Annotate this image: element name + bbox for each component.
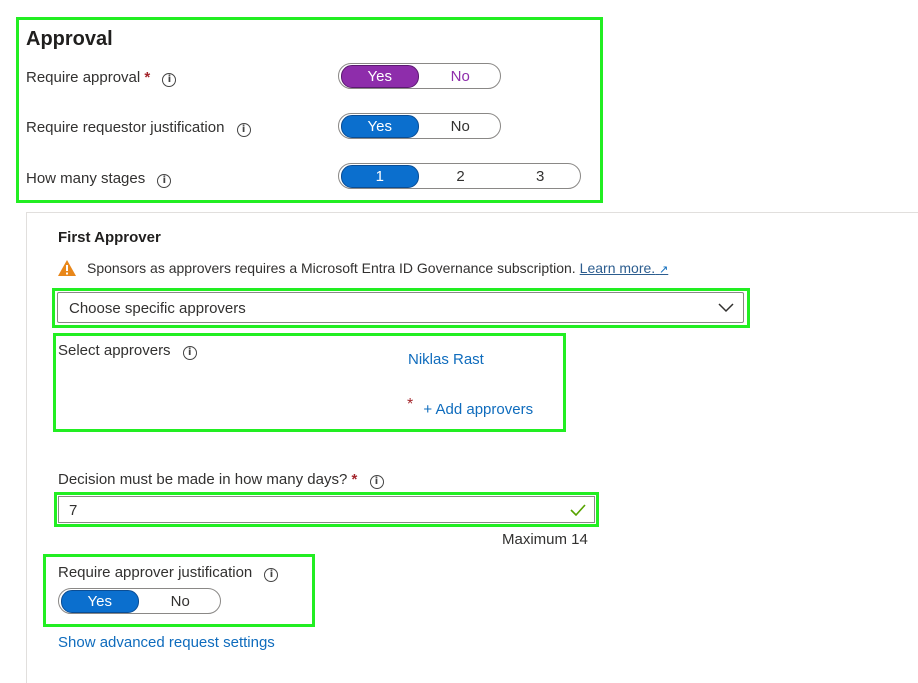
approver-justification-no[interactable]: No (143, 591, 219, 612)
require-approval-label-row: Require approval * i (26, 69, 177, 87)
required-asterisk: * (351, 471, 358, 488)
stages-label-row: How many stages i (26, 170, 172, 188)
checkmark-icon (570, 504, 586, 516)
requestor-justification-label: Require requestor justification (26, 119, 225, 136)
add-approvers-link[interactable]: + Add approvers (423, 401, 533, 418)
approver-name[interactable]: Niklas Rast (408, 351, 484, 368)
decision-days-value: 7 (69, 502, 78, 519)
approver-justification-label-row: Require approver justification i (58, 564, 279, 582)
info-icon[interactable]: i (157, 174, 172, 188)
dropdown-value: Choose specific approvers (69, 300, 246, 317)
requestor-justification-no[interactable]: No (423, 116, 499, 137)
require-approval-label: Require approval (26, 69, 141, 86)
decision-hint: Maximum 14 (502, 531, 588, 548)
show-advanced-settings-link[interactable]: Show advanced request settings (58, 634, 275, 651)
learn-more-label: Learn more. (579, 260, 656, 276)
chevron-down-icon (718, 303, 734, 313)
stage-option-2[interactable]: 2 (423, 166, 499, 187)
approver-justification-yes[interactable]: Yes (61, 589, 139, 613)
select-approvers-label-row: Select approvers i (58, 342, 197, 360)
info-icon[interactable]: i (264, 568, 279, 582)
require-approval-no[interactable]: No (423, 66, 499, 87)
stage-option-3[interactable]: 3 (502, 166, 578, 187)
first-approver-title: First Approver (58, 229, 161, 246)
stage-option-1[interactable]: 1 (341, 164, 419, 188)
approver-justification-toggle[interactable]: Yes No (58, 588, 221, 614)
approver-type-dropdown[interactable]: Choose specific approvers (57, 292, 744, 323)
select-approvers-label: Select approvers (58, 342, 171, 359)
external-link-icon: ↗ (659, 264, 669, 276)
info-icon[interactable]: i (369, 475, 384, 489)
approval-title: Approval (26, 28, 113, 50)
require-approval-toggle[interactable]: Yes No (338, 63, 501, 89)
require-approval-yes[interactable]: Yes (341, 64, 419, 88)
info-icon[interactable]: i (162, 73, 177, 87)
stages-label: How many stages (26, 170, 146, 187)
warning-row: Sponsors as approvers requires a Microso… (57, 259, 668, 277)
learn-more-link[interactable]: Learn more. ↗ (580, 260, 669, 276)
decision-label-row: Decision must be made in how many days? … (58, 471, 384, 489)
required-asterisk: * (144, 69, 151, 86)
approver-justification-label: Require approver justification (58, 564, 253, 581)
requestor-justification-label-row: Require requestor justification i (26, 119, 251, 137)
requestor-justification-toggle[interactable]: Yes No (338, 113, 501, 139)
warning-text: Sponsors as approvers requires a Microso… (87, 260, 576, 276)
info-icon[interactable]: i (182, 346, 197, 360)
warning-icon (58, 260, 76, 276)
required-asterisk: * (407, 396, 414, 413)
requestor-justification-yes[interactable]: Yes (341, 114, 419, 138)
decision-label: Decision must be made in how many days? (58, 471, 348, 488)
add-approvers-row: * + Add approvers (407, 396, 533, 418)
info-icon[interactable]: i (236, 123, 251, 137)
stages-toggle[interactable]: 1 2 3 (338, 163, 581, 189)
decision-days-input[interactable]: 7 (58, 496, 595, 523)
